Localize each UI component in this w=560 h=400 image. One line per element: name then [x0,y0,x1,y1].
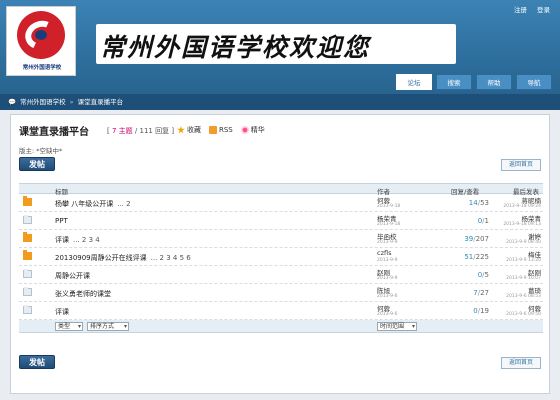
post-button-top[interactable]: 发帖 [19,157,55,171]
reply-count: 111 回复 [139,127,170,135]
topic-pages[interactable]: ... 2 3 4 5 6 [151,254,191,262]
topic-stats: 51/225 [464,253,489,261]
table-row[interactable]: 张义勇老师的课堂 陈旭 2013-9-6 7/27 葛琦 2013-9-6 08:53 [19,284,543,302]
reply-count-value: 14 [468,199,478,207]
last-post-date[interactable]: 2013-9-9 08:40 [495,240,541,245]
table-row[interactable]: PPT 杨荣青 2013-9-18 0/1 杨荣青 2013-9-18 09:13 [19,212,543,230]
digest-icon [240,126,249,134]
forum-counts: [ 7 主题 / 111 回复 ] [107,127,175,135]
folder-icon [23,287,32,296]
folder-icon [23,196,32,206]
last-post-date[interactable]: 2013-9-18 09:13 [495,222,541,227]
time-range-select[interactable]: 时间范围 [377,322,417,331]
view-count-value: 19 [480,307,489,315]
school-logo[interactable]: 常州外国语学校 [6,6,76,76]
top-links: 注册 登录 [514,4,550,14]
breadcrumb-current[interactable]: 课堂直录播平台 [78,94,124,110]
reply-count-value: 51 [464,253,474,261]
topic-stats: 14/53 [468,199,489,207]
topic-stats: 39/207 [464,235,489,243]
view-count-value: 207 [475,235,489,243]
view-count-value: 225 [475,253,489,261]
topic-title-link[interactable]: PPT [55,217,72,225]
site-header: 注册 登录 常州外国语学校 常州外国语学校欢迎您 论坛 搜索 帮助 导航 [0,0,560,94]
moderator-info: 版主: *空缺中* [19,147,63,155]
type-filter-select[interactable]: 类型 [55,322,83,331]
topic-table: 标题 作者 回复/查看 最后发表 杨攀 八年级公开课... 2 何蓉 2013-9-… [19,183,543,333]
topic-author[interactable]: czfls [377,249,391,257]
view-count-value: 27 [480,289,489,297]
forum-panel: 课堂直录播平台 [ 7 主题 / 111 回复 ] 收藏 RSS 精华 版主: … [10,114,550,394]
topic-date: 2013-9-6 [377,294,398,299]
table-row[interactable]: 杨攀 八年级公开课... 2 何蓉 2013-9-18 14/53 蒋昵楠 2013-9-… [19,194,543,212]
topic-title-link[interactable]: 20130909周静公开在线评课... 2 3 4 5 6 [55,253,191,263]
topic-stats: 0/5 [477,271,489,279]
table-row[interactable]: 周静公开课 赵刚 2013-9-9 0/5 赵刚 2013-9-9 10:07 [19,266,543,284]
breadcrumb-separator: » [69,98,74,106]
forum-tools: 收藏 RSS 精华 [177,125,265,135]
forum-title: 课堂直录播平台 [19,127,89,138]
last-post-date[interactable]: 2013-9-6 08:53 [495,294,541,299]
folder-icon [23,269,32,278]
rss-icon [209,126,217,134]
topic-title-link[interactable]: 评课 [55,307,73,317]
topic-count: 7 主题 [111,127,133,135]
last-post-date[interactable]: 2013-9-9 13:20 [495,258,541,263]
filter-bar: 类型 排序方式 时间范围 [19,320,543,333]
chat-bubble-icon: 💬 [8,98,17,106]
topic-date: 2013-9-9 [377,240,398,245]
nav-tab-search[interactable]: 搜索 [436,74,472,90]
logo-emblem-icon [17,11,65,59]
view-count-value: 5 [484,271,489,279]
topic-pages[interactable]: ... 2 [117,200,130,208]
topic-stats: 0/19 [473,307,489,315]
topic-stats: 0/1 [477,217,489,225]
last-post-date[interactable]: 2013-9-9 10:07 [495,276,541,281]
login-link[interactable]: 登录 [537,4,550,14]
table-header: 标题 作者 回复/查看 最后发表 [19,183,543,196]
table-row[interactable]: 20130909周静公开在线评课... 2 3 4 5 6 czfls 2013-9… [19,248,543,266]
topic-title-link[interactable]: 评课... 2 3 4 [55,235,100,245]
topic-pages[interactable]: ... 2 3 4 [73,236,100,244]
welcome-banner-text: 常州外国语学校欢迎您 [100,33,371,62]
favorite-button[interactable]: 收藏 [177,125,201,135]
nav-tab-forum[interactable]: 论坛 [396,74,432,90]
rss-button[interactable]: RSS [209,125,233,135]
last-post-date[interactable]: 2013-9-6 09:50 [495,312,541,317]
topic-title-link[interactable]: 杨攀 八年级公开课... 2 [55,199,131,209]
topic-date: 2013-9-6 [377,312,398,317]
table-row[interactable]: 评课... 2 3 4 毕函校 2013-9-9 39/207 谢婷 2013-9-9 0… [19,230,543,248]
breadcrumb: 💬 常州外国语学校 » 课堂直录播平台 [0,94,560,110]
nav-tab-help[interactable]: 帮助 [476,74,512,90]
post-button-bottom[interactable]: 发帖 [19,355,55,369]
back-home-button-top[interactable]: 返回首页 [501,159,541,171]
topic-date: 2013-9-9 [377,258,398,263]
folder-icon [23,232,32,242]
reply-count-value: 39 [464,235,474,243]
main-nav: 论坛 搜索 帮助 导航 [396,74,552,90]
topic-date: 2013-9-18 [377,222,401,227]
breadcrumb-home[interactable]: 常州外国语学校 [20,94,66,110]
back-home-button-bottom[interactable]: 返回首页 [501,357,541,369]
topic-title-link[interactable]: 周静公开课 [55,271,94,281]
topic-title-link[interactable]: 张义勇老师的课堂 [55,289,115,299]
view-count-value: 1 [484,217,489,225]
table-row[interactable]: 评课 何蓉 2013-9-6 0/19 何蓉 2013-9-6 09:50 [19,302,543,320]
folder-icon [23,250,32,260]
sort-select[interactable]: 排序方式 [87,322,129,331]
topic-stats: 7/27 [473,289,489,297]
folder-icon [23,215,32,224]
view-count-value: 53 [480,199,489,207]
last-post-date[interactable]: 2013-9-18 09:24 [495,204,541,209]
star-icon [177,126,185,134]
topic-date: 2013-9-9 [377,276,398,281]
folder-icon [23,305,32,314]
nav-tab-navigation[interactable]: 导航 [516,74,552,90]
topic-date: 2013-9-18 [377,204,401,209]
digest-button[interactable]: 精华 [240,125,265,135]
logo-caption: 常州外国语学校 [22,65,62,71]
register-link[interactable]: 注册 [514,4,527,14]
